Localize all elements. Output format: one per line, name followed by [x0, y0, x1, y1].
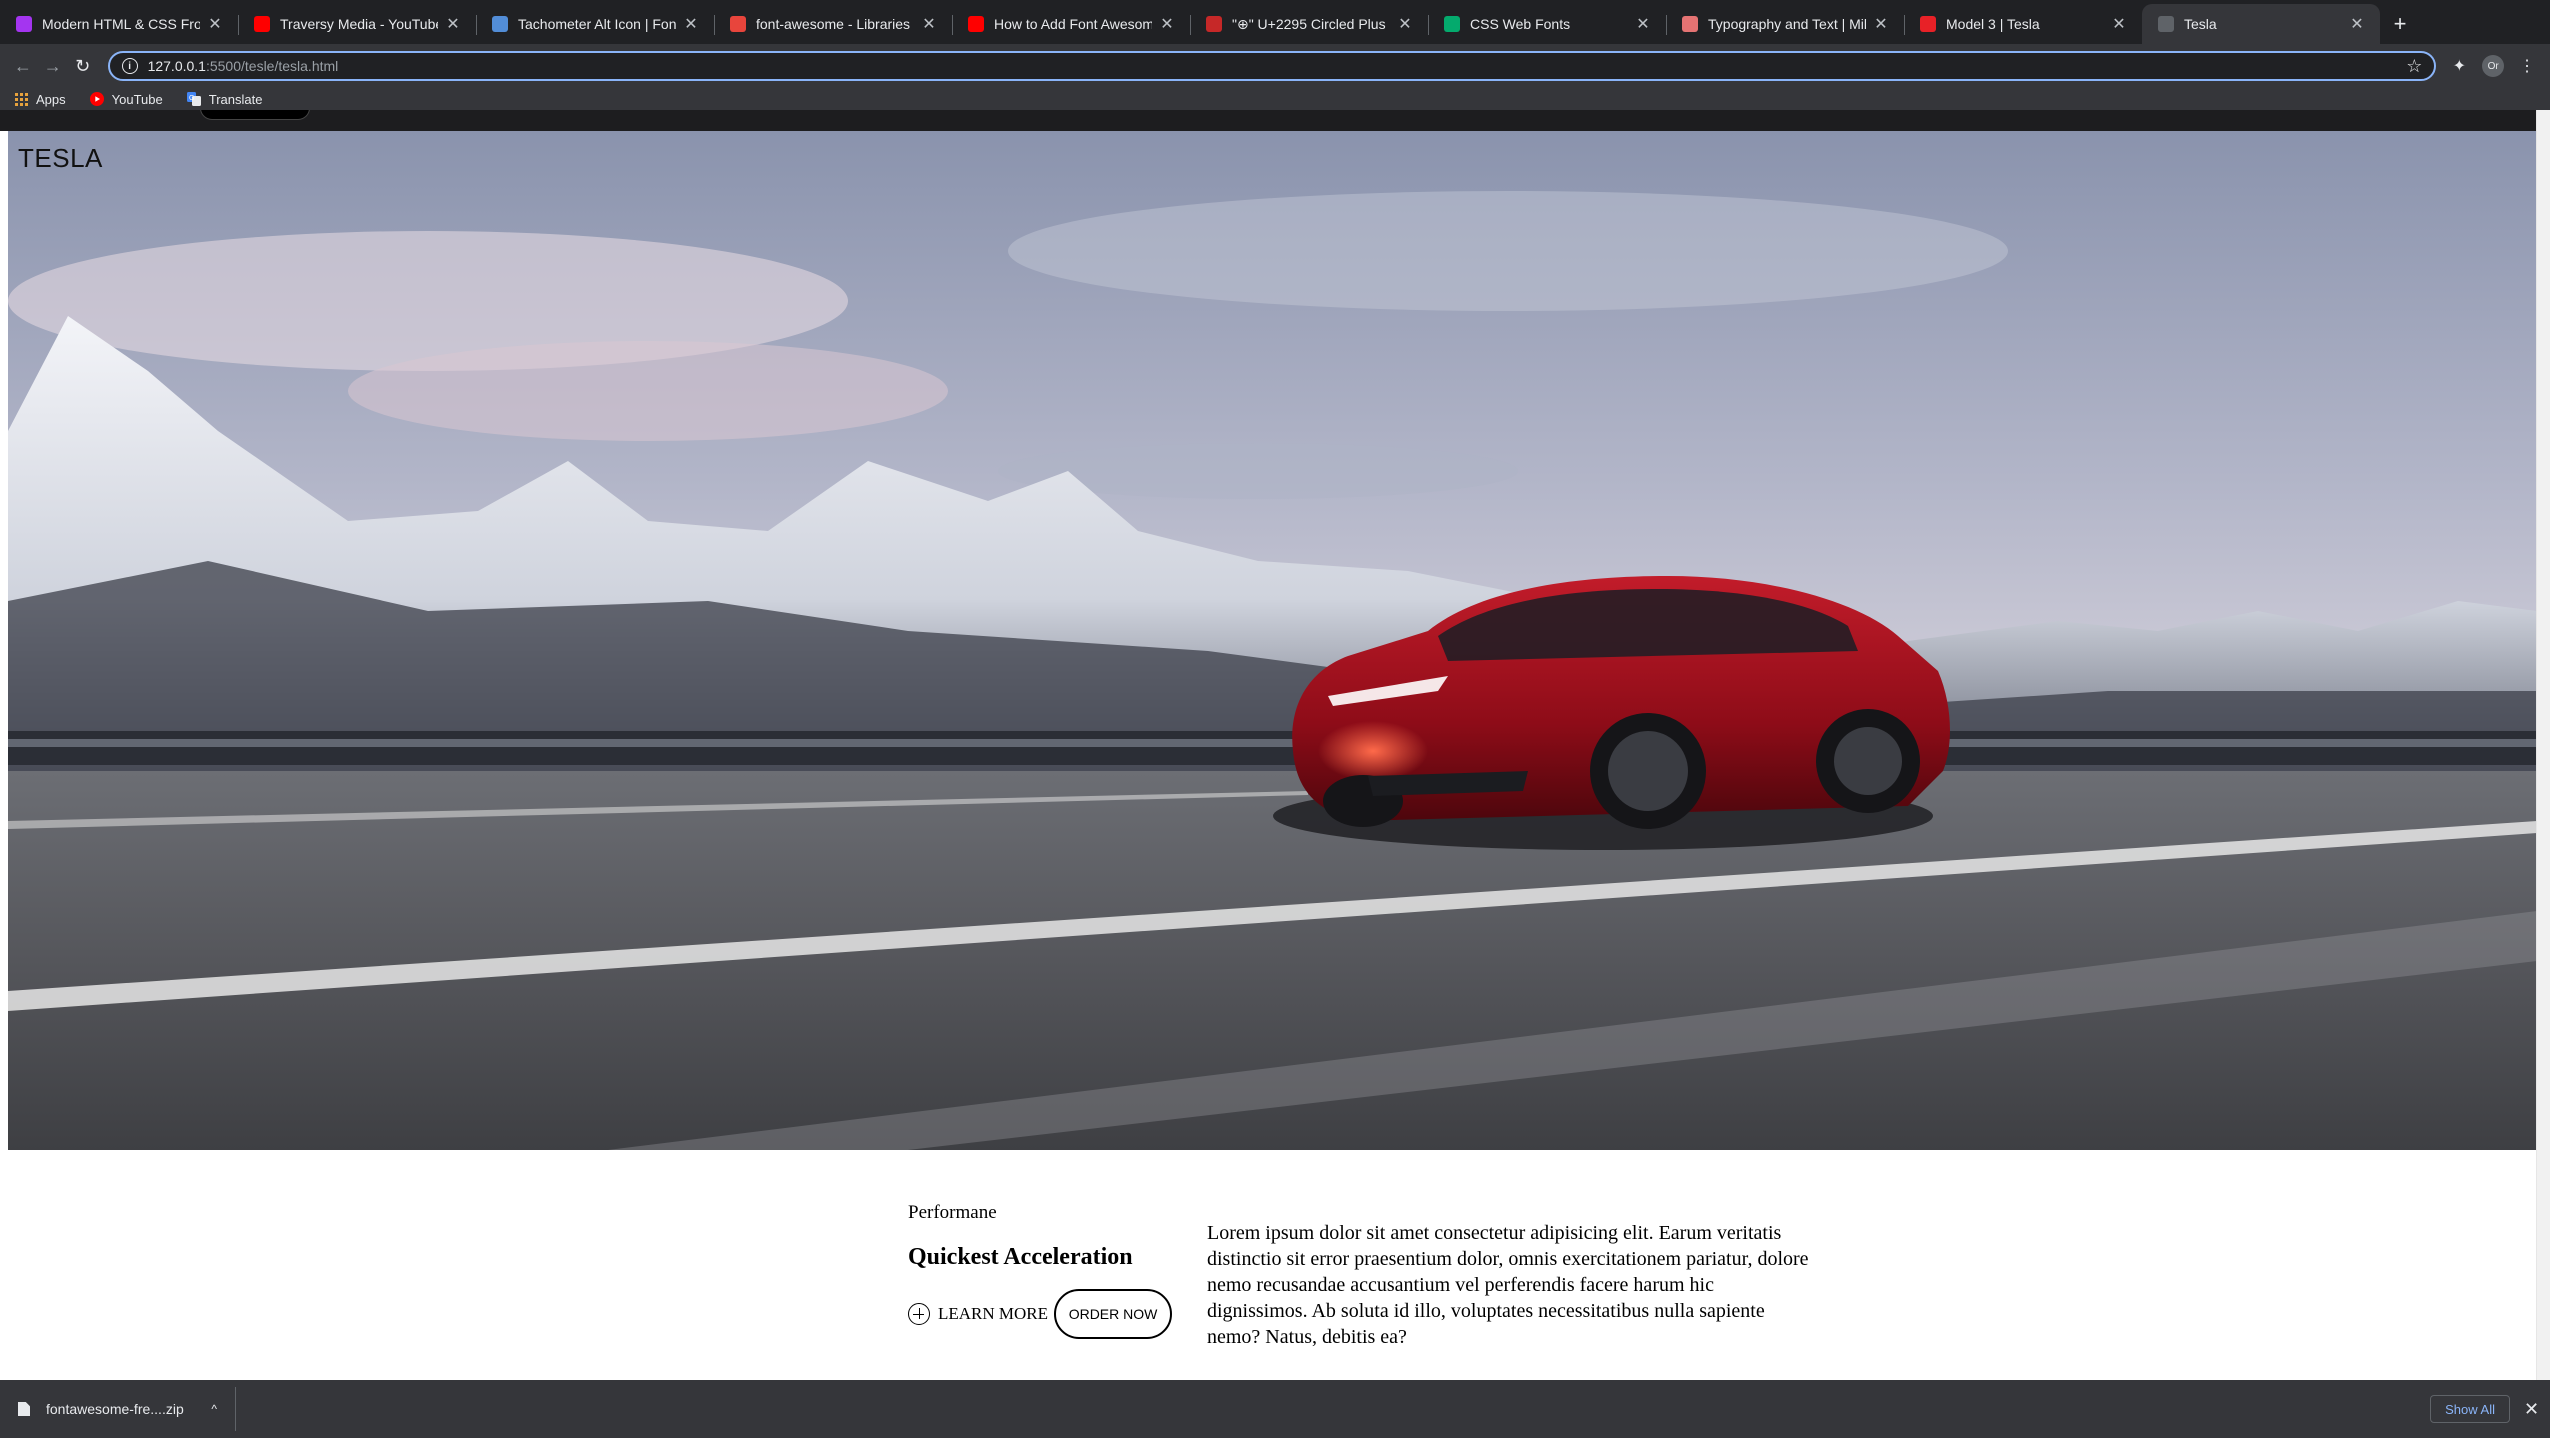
youtube-icon	[254, 16, 270, 32]
close-icon[interactable]: ✕	[444, 14, 462, 34]
brand-logo[interactable]: TESLA	[18, 143, 103, 174]
show-all-button[interactable]: Show All	[2430, 1395, 2510, 1423]
close-icon[interactable]: ✕	[682, 14, 700, 34]
hero-illustration	[8, 131, 2537, 1150]
learn-more-link[interactable]: LEARN MORE	[938, 1304, 1048, 1324]
udemy-icon	[16, 16, 32, 32]
extensions-icon[interactable]: ✦	[2444, 51, 2474, 81]
tab-title: Typography and Text | Millenni	[1708, 16, 1866, 32]
youtube-icon	[968, 16, 984, 32]
w3schools-icon	[1444, 16, 1460, 32]
download-file-name: fontawesome-fre....zip	[46, 1401, 184, 1417]
tab-title: Model 3 | Tesla	[1946, 16, 2040, 32]
bookmark-translate[interactable]: G Translate	[186, 91, 263, 107]
info-icon[interactable]: i	[121, 58, 138, 74]
circled-plus-icon[interactable]	[908, 1303, 930, 1325]
page-top-strip	[0, 110, 2550, 131]
tab-title: Traversy Media - YouTube	[280, 16, 438, 32]
chevron-up-icon[interactable]: ^	[211, 1402, 217, 1416]
file-icon	[18, 1402, 30, 1416]
back-button[interactable]: ←	[8, 51, 38, 81]
close-icon[interactable]: ✕	[1872, 14, 1890, 34]
close-icon[interactable]: ✕	[1396, 14, 1414, 34]
forward-button[interactable]: →	[38, 51, 68, 81]
url-path: :5500/tesle/tesla.html	[205, 58, 339, 74]
tab-8[interactable]: Model 3 | Tesla ✕	[1904, 4, 2142, 44]
browser-toolbar: ← → ↻ i 127.0.0.1:5500/tesle/tesla.html …	[0, 44, 2550, 88]
youtube-icon	[89, 92, 104, 106]
font-awesome-icon	[492, 16, 508, 32]
tab-title: font-awesome - Libraries - cd	[756, 16, 914, 32]
bookmark-label: Translate	[208, 91, 263, 107]
apps-grid-icon	[14, 92, 28, 106]
feature-eyebrow: Performane	[908, 1202, 997, 1223]
star-icon	[1682, 16, 1698, 32]
tab-title: "⊕" U+2295 Circled Plus Unic	[1232, 15, 1390, 32]
bookmark-star-icon[interactable]: ☆	[2406, 56, 2422, 77]
tab-title: Tachometer Alt Icon | Font Aw	[518, 16, 676, 32]
tab-4[interactable]: How to Add Font Awesome Ico ✕	[952, 4, 1190, 44]
close-icon[interactable]: ✕	[2110, 14, 2128, 34]
close-icon[interactable]: ✕	[2524, 1399, 2544, 1420]
address-bar[interactable]: i 127.0.0.1:5500/tesle/tesla.html ☆	[107, 51, 2437, 81]
translate-icon: G	[186, 92, 201, 106]
close-icon[interactable]: ✕	[920, 14, 938, 34]
loading-icon	[2158, 16, 2174, 32]
cta-row: LEARN MORE ORDER NOW	[908, 1289, 1208, 1339]
bookmarks-bar: Apps YouTube G Translate	[0, 88, 2550, 110]
feature-section: Performane Quickest Acceleration LEARN M…	[0, 1150, 2536, 1380]
bookmark-label: YouTube	[111, 91, 163, 107]
tab-0[interactable]: Modern HTML & CSS From The ✕	[0, 4, 238, 44]
feature-heading: Quickest Acceleration	[908, 1244, 1133, 1270]
tab-title: Modern HTML & CSS From The	[42, 16, 200, 32]
feature-summary: Performane Quickest Acceleration LEARN M…	[908, 1202, 1208, 1339]
tab-list: Modern HTML & CSS From The ✕ Traversy Med…	[0, 4, 2380, 44]
code-icon	[730, 16, 746, 32]
bookmark-label: Apps	[36, 91, 66, 107]
menu-icon[interactable]: ⋮	[2512, 51, 2542, 81]
tesla-icon	[1920, 16, 1936, 32]
tab-2[interactable]: Tachometer Alt Icon | Font Aw ✕	[476, 4, 714, 44]
reload-button[interactable]: ↻	[68, 51, 98, 81]
order-now-button[interactable]: ORDER NOW	[1054, 1289, 1173, 1339]
tab-1[interactable]: Traversy Media - YouTube ✕	[238, 4, 476, 44]
feature-description: Lorem ipsum dolor sit amet consectetur a…	[1207, 1222, 1809, 1348]
download-item[interactable]: fontawesome-fre....zip ^	[0, 1387, 236, 1431]
download-bar: fontawesome-fre....zip ^ Show All ✕	[0, 1380, 2550, 1438]
tab-3[interactable]: font-awesome - Libraries - cd ✕	[714, 4, 952, 44]
close-icon[interactable]: ✕	[2348, 14, 2366, 34]
top-pill-button[interactable]	[200, 110, 310, 120]
bookmark-youtube[interactable]: YouTube	[89, 91, 163, 107]
tab-5[interactable]: "⊕" U+2295 Circled Plus Unic ✕	[1190, 4, 1428, 44]
page-viewport: TESLA Performane Quickest Acceleration L…	[0, 110, 2550, 1380]
hero-image: TESLA	[8, 131, 2537, 1150]
unicode-icon	[1206, 16, 1222, 32]
tab-title: CSS Web Fonts	[1470, 16, 1571, 32]
tab-title: Tesla	[2184, 16, 2217, 32]
url-host: 127.0.0.1	[147, 58, 206, 74]
tab-strip: Modern HTML & CSS From The ✕ Traversy Med…	[0, 0, 2550, 44]
svg-text:G: G	[189, 95, 194, 102]
close-icon[interactable]: ✕	[1158, 14, 1176, 34]
tab-title: How to Add Font Awesome Ico	[994, 16, 1152, 32]
bookmark-apps[interactable]: Apps	[14, 92, 66, 107]
close-icon[interactable]: ✕	[206, 14, 224, 34]
new-tab-button[interactable]: +	[2380, 4, 2420, 44]
close-icon[interactable]: ✕	[1634, 14, 1652, 34]
tab-7[interactable]: Typography and Text | Millenni ✕	[1666, 4, 1904, 44]
tab-9-active[interactable]: Tesla ✕	[2142, 4, 2380, 44]
tab-6[interactable]: CSS Web Fonts ✕	[1428, 4, 1666, 44]
page-scrollbar[interactable]	[2536, 110, 2550, 1380]
profile-avatar[interactable]: Or	[2482, 55, 2505, 77]
